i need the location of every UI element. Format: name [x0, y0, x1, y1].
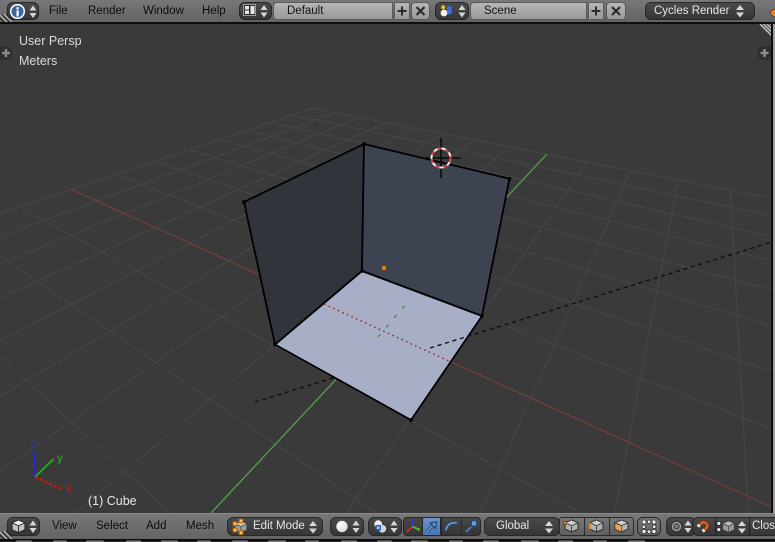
svg-text:(1) Cube: (1) Cube	[88, 494, 137, 508]
svg-text:User Persp: User Persp	[19, 34, 82, 48]
svg-text:z: z	[31, 437, 37, 451]
svg-text:Meters: Meters	[19, 54, 57, 68]
svg-text:y: y	[57, 451, 63, 465]
svg-text:x: x	[66, 481, 72, 495]
